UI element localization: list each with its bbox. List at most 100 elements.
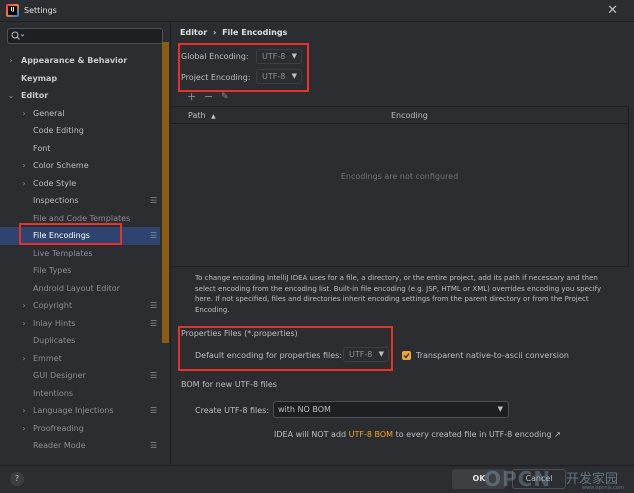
highlight-box-file-encodings — [19, 223, 122, 245]
chevron-down-icon[interactable]: ⌄ — [7, 87, 15, 105]
tree-item-general[interactable]: › General — [0, 105, 160, 123]
sort-asc-icon: ▲ — [211, 113, 216, 120]
window-title: Settings — [24, 6, 57, 15]
highlight-box-encodings — [178, 43, 309, 92]
chevron-right-icon[interactable]: › — [7, 52, 15, 70]
add-icon[interactable]: + — [187, 90, 196, 104]
tree-item-intentions[interactable]: Intentions — [0, 385, 160, 403]
project-settings-icon: ☰ — [150, 406, 158, 415]
search-input[interactable] — [7, 28, 163, 44]
tree-item-label: GUI Designer — [33, 371, 86, 380]
tree-item-label: Language Injections — [33, 406, 114, 415]
settings-tree: › Appearance & Behavior Keymap ⌄ Editor … — [0, 52, 160, 455]
tree-item-label: Keymap — [21, 73, 58, 83]
empty-table-text: Encodings are not configured — [340, 172, 459, 181]
tree-item-inlay-hints[interactable]: › Inlay Hints ☰ — [0, 315, 160, 333]
dropdown-arrow-icon: ▼ — [497, 405, 503, 413]
breadcrumb: Editor › File Encodings — [180, 28, 287, 37]
chevron-right-icon[interactable]: › — [20, 402, 28, 420]
tree-item-editor[interactable]: ⌄ Editor — [0, 87, 160, 105]
tree-item-label: Color Scheme — [33, 161, 89, 170]
chevron-right-icon[interactable]: › — [20, 350, 28, 368]
watermark-brand: OPCN — [484, 467, 552, 491]
tree-item-label: Inspections — [33, 196, 79, 205]
tree-item-appearance-behavior[interactable]: › Appearance & Behavior — [0, 52, 160, 70]
tree-item-label: Font — [33, 143, 51, 153]
watermark-url: www.opcnjs.com — [582, 485, 624, 491]
dialog-footer: ? OK Cancel OPCN 开发家园 www.opcnjs.com — [0, 465, 634, 493]
checkmark-icon — [403, 353, 410, 359]
breadcrumb-current: File Encodings — [222, 28, 288, 37]
chevron-right-icon[interactable]: › — [20, 175, 28, 193]
title-bar: IJ Settings ✕ — [0, 0, 634, 22]
tree-item-gui-designer[interactable]: GUI Designer ☰ — [0, 367, 160, 385]
project-settings-icon: ☰ — [150, 371, 158, 380]
tree-item-label: Code Style — [33, 178, 77, 188]
settings-sidebar: › Appearance & Behavior Keymap ⌄ Editor … — [0, 22, 170, 465]
tree-item-keymap[interactable]: Keymap — [0, 70, 160, 88]
tree-item-color-scheme[interactable]: › Color Scheme — [0, 157, 160, 175]
breadcrumb-parent: Editor — [180, 28, 208, 37]
encoding-table-header: Path ▲ Encoding — [171, 106, 634, 124]
tree-item-copyright[interactable]: › Copyright ☰ — [0, 297, 160, 315]
transparent-ascii-checkbox[interactable] — [402, 351, 411, 360]
chevron-right-icon[interactable]: › — [20, 420, 28, 438]
tree-item-live-templates[interactable]: Live Templates — [0, 245, 160, 263]
tree-item-label: Android Layout Editor — [33, 283, 120, 293]
tree-item-reader-mode[interactable]: Reader Mode ☰ — [0, 437, 160, 455]
project-settings-icon: ☰ — [150, 441, 158, 450]
search-icon — [11, 31, 25, 40]
project-settings-icon: ☰ — [150, 301, 158, 310]
bom-select-value: with NO BOM — [278, 405, 331, 414]
breadcrumb-separator: › — [213, 28, 217, 37]
tree-item-duplicates[interactable]: Duplicates — [0, 332, 160, 350]
tree-item-file-types[interactable]: File Types — [0, 262, 160, 280]
tree-item-label: Reader Mode — [33, 441, 86, 450]
table-scrollbar[interactable] — [628, 106, 634, 267]
tree-item-label: Inlay Hints — [33, 318, 76, 328]
project-settings-icon: ☰ — [150, 231, 158, 240]
project-settings-icon: ☰ — [150, 196, 158, 205]
column-encoding[interactable]: Encoding — [391, 111, 428, 120]
chevron-right-icon[interactable]: › — [20, 315, 28, 333]
file-encodings-panel: Editor › File Encodings Global Encoding:… — [171, 22, 634, 465]
utf8-bom-link[interactable]: UTF-8 BOM — [349, 430, 393, 439]
tree-item-inspections[interactable]: Inspections ☰ — [0, 192, 160, 210]
tree-item-label: Appearance & Behavior — [21, 56, 128, 65]
bom-section-title: BOM for new UTF-8 files — [181, 380, 277, 389]
remove-icon[interactable]: − — [204, 90, 213, 104]
tree-item-label: Live Templates — [33, 248, 93, 258]
bom-info-text: IDEA will NOT add UTF-8 BOM to every cre… — [274, 430, 561, 439]
intellij-app-icon: IJ — [6, 4, 19, 17]
tree-item-label: Code Editing — [33, 126, 84, 135]
close-icon[interactable]: ✕ — [607, 3, 618, 18]
edit-icon[interactable]: ✎ — [221, 90, 229, 104]
tree-item-label: Proofreading — [33, 423, 84, 433]
tree-item-label: Editor — [21, 91, 49, 100]
tree-item-label: General — [33, 108, 65, 118]
chevron-right-icon[interactable]: › — [20, 297, 28, 315]
tree-item-label: Duplicates — [33, 336, 76, 345]
transparent-ascii-label[interactable]: Transparent native-to-ascii conversion — [416, 351, 569, 360]
create-utf8-label: Create UTF-8 files: — [195, 406, 270, 415]
sidebar-scrollbar[interactable] — [162, 42, 169, 343]
tree-item-android-layout-editor[interactable]: Android Layout Editor — [0, 280, 160, 298]
chevron-right-icon[interactable]: › — [20, 105, 28, 123]
project-settings-icon: ☰ — [150, 318, 158, 328]
watermark: OPCN 开发家园 www.opcnjs.com — [484, 466, 634, 493]
highlight-box-properties — [178, 326, 393, 371]
encoding-description: To change encoding IntelliJ IDEA uses fo… — [195, 274, 602, 314]
tree-item-language-injections[interactable]: › Language Injections ☰ — [0, 402, 160, 420]
tree-item-emmet[interactable]: › Emmet — [0, 350, 160, 368]
encoding-table[interactable]: Encodings are not configured — [171, 124, 634, 267]
chevron-right-icon[interactable]: › — [20, 157, 28, 175]
help-icon[interactable]: ? — [10, 472, 24, 486]
tree-item-font[interactable]: Font — [0, 140, 160, 158]
tree-item-label: Copyright — [33, 301, 73, 310]
tree-item-proofreading[interactable]: › Proofreading — [0, 420, 160, 438]
tree-item-label: Emmet — [33, 353, 62, 363]
column-path[interactable]: Path ▲ — [188, 111, 216, 120]
bom-select[interactable]: with NO BOM ▼ — [273, 401, 509, 418]
tree-item-code-editing[interactable]: Code Editing — [0, 122, 160, 140]
tree-item-code-style[interactable]: › Code Style — [0, 175, 160, 193]
